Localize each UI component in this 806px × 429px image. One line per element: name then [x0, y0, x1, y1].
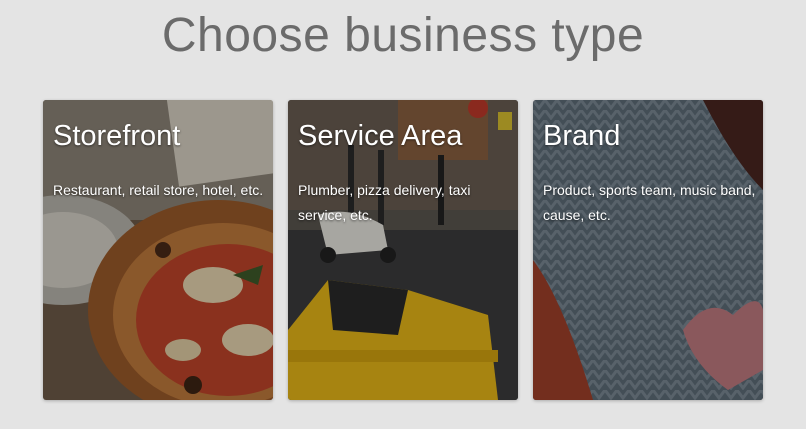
page-title: Choose business type — [161, 9, 645, 62]
storefront-card[interactable]: Storefront Restaurant, retail store, hot… — [43, 100, 273, 400]
card-title: Brand — [543, 120, 621, 152]
card-title: Service Area — [298, 120, 463, 152]
card-description: Product, sports team, music band, cause,… — [543, 182, 756, 223]
card-description: Restaurant, retail store, hotel, etc. — [53, 182, 264, 198]
brand-card[interactable]: Brand Product, sports team, music band, … — [533, 100, 763, 400]
card-title: Storefront — [53, 120, 181, 152]
service-area-card[interactable]: Service Area Plumber, pizza delivery, ta… — [288, 100, 518, 400]
card-description: Plumber, pizza delivery, taxi service, e… — [298, 182, 471, 223]
